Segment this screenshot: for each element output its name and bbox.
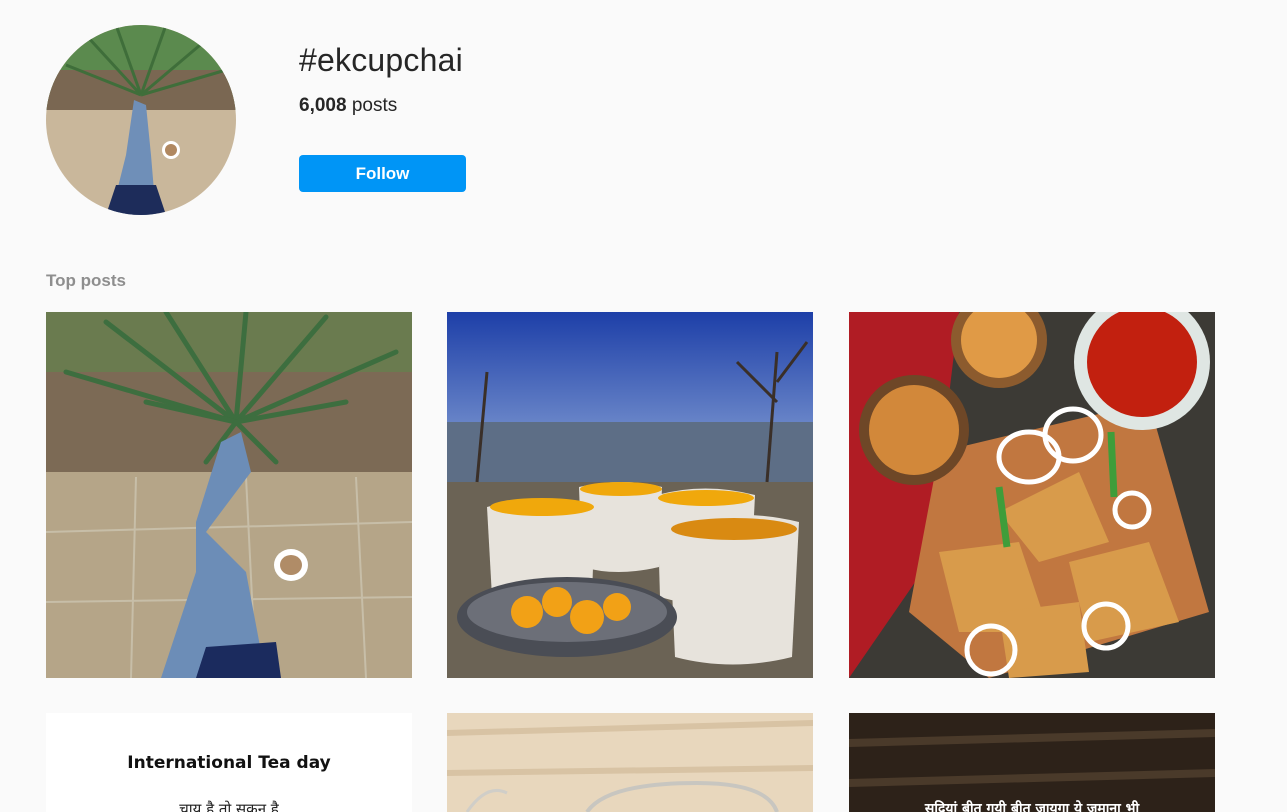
post-4-line: चाय है तो सुकून है — [179, 800, 279, 812]
post-6-line: सदियां बीत गयी बीत जायगा ये जमाना भी — [924, 801, 1140, 812]
hashtag-title: #ekcupchai — [299, 42, 463, 78]
hashtag-avatar — [46, 25, 236, 215]
post-count-suffix: posts — [346, 95, 398, 116]
post-count-number: 6,008 — [299, 95, 347, 116]
top-posts-heading: Top posts — [46, 271, 126, 290]
post-tile-5[interactable] — [447, 713, 813, 812]
post-count: 6,008 posts — [299, 95, 397, 117]
post-tile-3[interactable] — [849, 312, 1215, 678]
post-tile-4[interactable]: International Tea day चाय है तो सुकून है — [46, 713, 412, 812]
post-tile-1[interactable] — [46, 312, 412, 678]
post-tile-2[interactable] — [447, 312, 813, 678]
follow-button[interactable]: Follow — [299, 155, 466, 192]
post-4-title: International Tea day — [127, 753, 331, 773]
post-tile-6[interactable]: सदियां बीत गयी बीत जायगा ये जमाना भी — [849, 713, 1215, 812]
